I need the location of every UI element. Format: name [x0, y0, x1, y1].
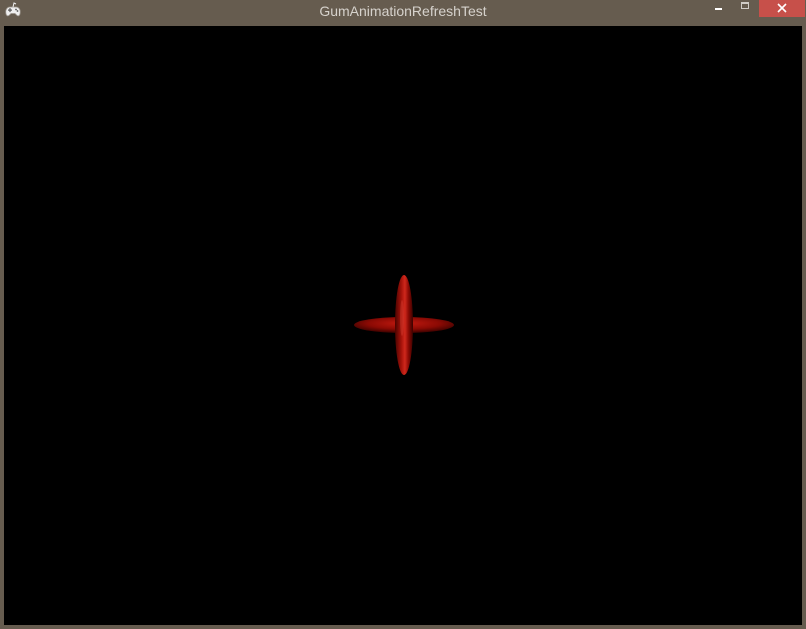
- maximize-icon: [741, 2, 749, 9]
- title-bar[interactable]: GumAnimationRefreshTest: [0, 0, 806, 24]
- minimize-button[interactable]: [705, 0, 731, 17]
- red-cross-sprite: [354, 275, 454, 375]
- game-canvas[interactable]: [4, 26, 802, 625]
- maximize-button[interactable]: [732, 0, 758, 17]
- window-title: GumAnimationRefreshTest: [319, 3, 487, 19]
- game-window: GumAnimationRefreshTest: [0, 0, 806, 629]
- close-icon: [777, 3, 787, 13]
- minimize-icon: [715, 8, 722, 10]
- close-button[interactable]: [759, 0, 805, 17]
